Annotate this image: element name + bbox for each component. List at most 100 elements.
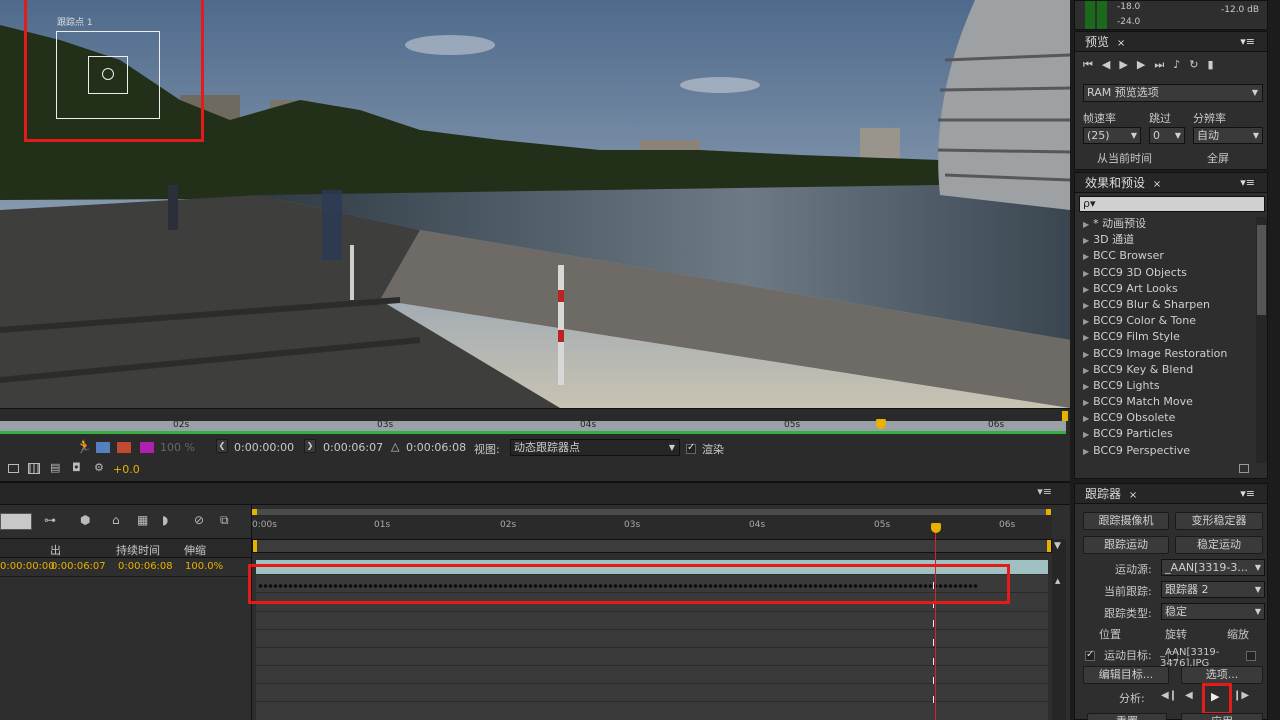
shy-layers-icon[interactable]: ⌂ [112, 513, 120, 527]
in-time[interactable]: 0:00:00:00 [234, 441, 294, 454]
apply-button[interactable]: 应用 [1181, 713, 1263, 720]
effects-category[interactable]: ▶ BCC9 Perspective [1075, 443, 1255, 459]
play-icon[interactable]: ▶ [1119, 58, 1136, 71]
duration-time[interactable]: 0:00:06:08 [406, 441, 466, 454]
next-frame-icon[interactable]: ▶ [1137, 58, 1154, 71]
draft-3d-icon[interactable] [117, 442, 131, 453]
panel-menu-icon[interactable]: ▾≡ [1037, 485, 1052, 498]
motion-blur-icon[interactable]: 🏃 [76, 440, 92, 455]
color-label-swatch[interactable] [140, 442, 154, 453]
new-folder-icon[interactable] [1239, 464, 1249, 473]
effects-category[interactable]: ▶ BCC9 Particles [1075, 426, 1255, 442]
effects-category[interactable]: ▶ 3D 通道 [1075, 232, 1255, 248]
current-time-indicator[interactable] [876, 419, 886, 429]
analyze-back-one-frame-icon[interactable]: ◀❙ [1161, 690, 1177, 701]
layer-stretch[interactable]: 100.0% [185, 561, 223, 572]
timeline-scrollbar[interactable]: ▼ ▲ [1052, 539, 1066, 720]
analyze-backward-icon[interactable]: ◀ [1185, 690, 1193, 701]
grid-icon[interactable] [28, 463, 40, 474]
loop-icon[interactable]: ↻ [1189, 58, 1207, 71]
track-type-dropdown[interactable]: 稳定 ▼ [1161, 603, 1265, 620]
timeline-playhead[interactable] [931, 523, 941, 533]
render-checkbox[interactable] [686, 442, 696, 454]
view-dropdown[interactable]: 动态跟踪器点 ▼ [510, 439, 680, 456]
effects-scrollbar[interactable] [1256, 217, 1267, 463]
timeline-search-input[interactable] [0, 513, 32, 530]
scroll-up-icon[interactable]: ▲ [1055, 577, 1060, 585]
close-icon[interactable]: × [1153, 179, 1161, 190]
motion-blur-toggle-icon[interactable]: ◗ [162, 513, 168, 527]
effects-category[interactable]: ▶ * 动画预设 [1075, 216, 1255, 232]
effects-tab[interactable]: 效果和预设 [1085, 176, 1145, 190]
track-camera-button[interactable]: 跟踪摄像机 [1083, 512, 1169, 530]
work-area-bar[interactable] [252, 539, 1052, 553]
frame-rate-dropdown[interactable]: (25) ▼ [1083, 127, 1141, 144]
audio-db[interactable]: -12.0 dB [1221, 5, 1259, 15]
effects-category[interactable]: ▶ BCC Browser [1075, 248, 1255, 264]
panel-menu-icon[interactable]: ▾≡ [1240, 173, 1255, 193]
effects-category[interactable]: ▶ BCC9 Film Style [1075, 329, 1255, 345]
warp-stabilizer-button[interactable]: 变形稳定器 [1175, 512, 1263, 530]
viewer-time-ruler[interactable]: 02s 03s 04s 05s 06s [0, 408, 1070, 434]
effects-category[interactable]: ▶ BCC9 3D Objects [1075, 265, 1255, 281]
effects-category[interactable]: ▶ BCC9 Blur & Sharpen [1075, 297, 1255, 313]
comp-mini-flowchart-icon[interactable]: ⊶ [44, 513, 56, 527]
prev-frame-icon[interactable]: ◀ [1102, 58, 1119, 71]
skip-dropdown[interactable]: 0 ▼ [1149, 127, 1185, 144]
motion-source-dropdown[interactable]: _AAN[3319-3... ▼ [1161, 559, 1265, 576]
work-area-end-handle[interactable] [1062, 411, 1068, 421]
brainstorm-icon[interactable]: ⧉ [220, 513, 229, 528]
column-stretch-header[interactable]: 伸缩 [184, 542, 206, 558]
exposure-value[interactable]: +0.0 [113, 463, 140, 476]
panel-menu-icon[interactable]: ▾≡ [1240, 484, 1255, 504]
out-time[interactable]: 0:00:06:07 [323, 441, 383, 454]
zoom-in-icon[interactable]: ▼ [1054, 541, 1061, 551]
region-of-interest-icon[interactable] [8, 464, 19, 473]
effects-category[interactable]: ▶ BCC9 Key & Blend [1075, 362, 1255, 378]
zoom-value[interactable]: 100 % [160, 441, 195, 454]
edit-target-button[interactable]: 编辑目标... [1083, 666, 1169, 684]
column-duration-header[interactable]: 持续时间 [116, 542, 160, 558]
current-track-dropdown[interactable]: 跟踪器 2 ▼ [1161, 581, 1265, 598]
effects-category[interactable]: ▶ BCC9 Lights [1075, 378, 1255, 394]
go-to-in-button[interactable]: ❮ [216, 439, 228, 453]
ram-options-dropdown[interactable]: RAM 预览选项 ▼ [1083, 84, 1263, 102]
snapshot-icon[interactable]: ▤ [50, 461, 60, 474]
position-checkbox[interactable] [1085, 649, 1095, 661]
tracker-tab[interactable]: 跟踪器 [1085, 487, 1121, 501]
effects-category[interactable]: ▶ BCC9 Match Move [1075, 394, 1255, 410]
effects-search-input[interactable]: ρ▾ [1079, 196, 1265, 212]
layer-in-time[interactable]: 0:00:00:00 [0, 561, 55, 572]
transparency-grid-icon[interactable] [96, 442, 110, 453]
panel-menu-icon[interactable]: ▾≡ [1240, 32, 1255, 52]
stabilize-motion-button[interactable]: 稳定运动 [1175, 536, 1263, 554]
effects-category[interactable]: ▶ BCC9 Image Restoration [1075, 346, 1255, 362]
track-motion-button[interactable]: 跟踪运动 [1083, 536, 1169, 554]
ram-preview-icon[interactable]: ▮ [1207, 58, 1222, 71]
resolution-dropdown[interactable]: 自动 ▼ [1193, 127, 1263, 144]
first-frame-icon[interactable]: ⏮ [1083, 58, 1102, 71]
fullscreen-label: 全屏 [1207, 152, 1229, 165]
column-out-header[interactable]: 出 [50, 542, 61, 558]
composition-viewer[interactable]: 跟踪点 1 [0, 0, 1070, 408]
audio-icon[interactable]: ♪ [1173, 58, 1189, 71]
go-to-out-button[interactable]: ❯ [304, 439, 316, 453]
effects-category[interactable]: ▶ BCC9 Art Looks [1075, 281, 1255, 297]
effects-category[interactable]: ▶ BCC9 Color & Tone [1075, 313, 1255, 329]
layer-row[interactable]: 0:00:00:00 0:00:06:07 0:00:06:08 100.0% [0, 559, 252, 577]
effects-category[interactable]: ▶ BCC9 Obsolete [1075, 410, 1255, 426]
last-frame-icon[interactable]: ⏭ [1154, 58, 1173, 71]
preview-tab[interactable]: 预览 [1085, 35, 1109, 49]
close-icon[interactable]: × [1117, 38, 1125, 49]
layer-duration[interactable]: 0:00:06:08 [118, 561, 173, 572]
layer-out-time[interactable]: 0:00:06:07 [51, 561, 106, 572]
graph-editor-icon[interactable]: ⊘ [194, 513, 204, 527]
show-channel-icon[interactable]: ◘ [72, 461, 81, 474]
draft-3d-toggle-icon[interactable]: ⬢ [80, 513, 90, 527]
options-button[interactable]: 选项... [1181, 666, 1263, 684]
close-icon[interactable]: × [1129, 490, 1137, 501]
fast-preview-icon[interactable]: ⚙ [94, 461, 104, 474]
analyze-forward-one-frame-icon[interactable]: ❙▶ [1233, 690, 1249, 701]
reset-button[interactable]: 重置 [1087, 713, 1167, 720]
frame-blending-icon[interactable]: ▦ [137, 513, 148, 527]
